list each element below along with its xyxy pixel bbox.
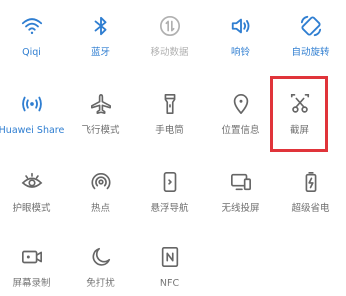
tile-label: 无线投屏 <box>221 203 260 214</box>
huawei-share-icon <box>20 92 44 116</box>
tile-label: 屏幕录制 <box>12 278 51 289</box>
flashlight-icon <box>158 92 182 116</box>
tile-label: 护眼模式 <box>12 203 51 214</box>
tile-label: 热点 <box>90 203 110 214</box>
floating-nav-icon <box>158 170 182 194</box>
tile-hotspot[interactable]: 热点 <box>66 170 135 226</box>
tile-label: Qiqi <box>22 47 41 58</box>
tile-label: 响铃 <box>230 47 250 58</box>
hotspot-icon <box>89 170 113 194</box>
tile-label: 移动数据 <box>150 47 189 58</box>
speaker-icon <box>229 14 253 38</box>
tile-label: 悬浮导航 <box>150 203 189 214</box>
tile-floating-nav[interactable]: 悬浮导航 <box>135 170 204 226</box>
airplane-icon <box>89 92 113 116</box>
mobile-data-icon <box>158 14 182 38</box>
wireless-projection-icon <box>229 170 253 194</box>
bluetooth-icon <box>89 14 113 38</box>
tile-eye-comfort[interactable]: 护眼模式 <box>0 170 66 226</box>
tile-label: 手电筒 <box>155 125 184 136</box>
tile-label: 免打扰 <box>86 278 115 289</box>
moon-icon <box>89 245 113 269</box>
quick-settings-panel: Qiqi 蓝牙 移动数据 响铃 自动旋转 Huawei Share 飞行模式 手… <box>0 0 346 296</box>
tile-label: 蓝牙 <box>90 47 110 58</box>
tile-wifi[interactable]: Qiqi <box>0 14 66 70</box>
tile-bluetooth[interactable]: 蓝牙 <box>66 14 135 70</box>
tile-airplane[interactable]: 飞行模式 <box>66 92 135 148</box>
tile-battery-saver[interactable]: 超级省电 <box>276 170 345 226</box>
tile-label: 飞行模式 <box>81 125 120 136</box>
tile-ring[interactable]: 响铃 <box>206 14 275 70</box>
eye-icon <box>20 170 44 194</box>
tile-label: NFC <box>159 278 180 289</box>
tile-flashlight[interactable]: 手电筒 <box>135 92 204 148</box>
tile-screen-record[interactable]: 屏幕录制 <box>0 245 66 296</box>
tile-label: Huawei Share <box>0 125 65 136</box>
tile-nfc[interactable]: NFC <box>135 245 204 296</box>
tile-huawei-share[interactable]: Huawei Share <box>0 92 66 148</box>
screen-record-icon <box>20 245 44 269</box>
tile-auto-rotate[interactable]: 自动旋转 <box>276 14 345 70</box>
battery-saver-icon <box>299 170 323 194</box>
tile-do-not-disturb[interactable]: 免打扰 <box>66 245 135 296</box>
wifi-icon <box>20 14 44 38</box>
tile-label: 位置信息 <box>221 125 260 136</box>
tile-wireless-projection[interactable]: 无线投屏 <box>206 170 275 226</box>
tile-label: 自动旋转 <box>291 47 330 58</box>
screenshot-highlight-box <box>270 76 328 152</box>
nfc-icon <box>158 245 182 269</box>
location-icon <box>229 92 253 116</box>
tile-label: 超级省电 <box>291 203 330 214</box>
tile-mobile-data[interactable]: 移动数据 <box>135 14 204 70</box>
auto-rotate-icon <box>299 14 323 38</box>
